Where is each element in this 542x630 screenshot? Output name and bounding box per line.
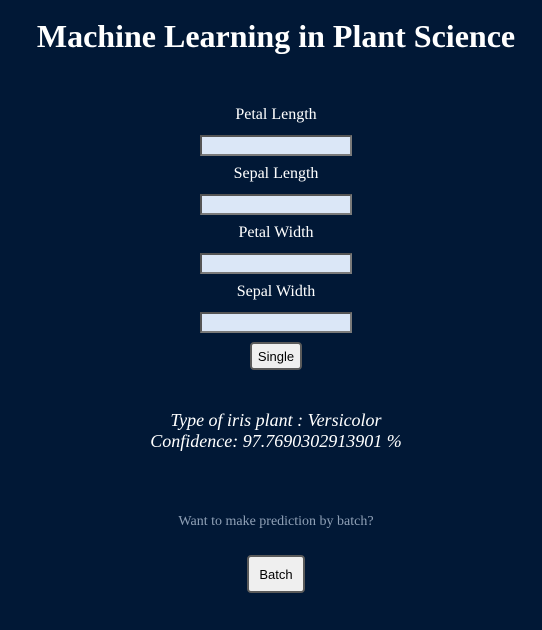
batch-prompt-text: Want to make prediction by batch? xyxy=(178,514,374,529)
petal-length-label: Petal Length xyxy=(235,106,317,123)
iris-type-text: Type of iris plant : Versicolor xyxy=(170,410,382,430)
page-title: Machine Learning in Plant Science xyxy=(36,18,516,54)
confidence-text: Confidence: 97.7690302913901 % xyxy=(150,431,402,451)
petal-width-input[interactable] xyxy=(200,253,352,274)
prediction-result: Type of iris plant : Versicolor Confiden… xyxy=(0,410,542,452)
sepal-width-label: Sepal Width xyxy=(236,283,316,300)
prediction-form: Petal Length Sepal Length Petal Width Se… xyxy=(0,104,542,341)
sepal-length-label: Sepal Length xyxy=(233,165,319,182)
single-predict-button[interactable]: Single xyxy=(250,342,302,370)
petal-width-label: Petal Width xyxy=(238,224,314,241)
sepal-width-input[interactable] xyxy=(200,312,352,333)
batch-predict-button[interactable]: Batch xyxy=(247,555,305,593)
petal-length-input[interactable] xyxy=(200,135,352,156)
sepal-length-input[interactable] xyxy=(200,194,352,215)
